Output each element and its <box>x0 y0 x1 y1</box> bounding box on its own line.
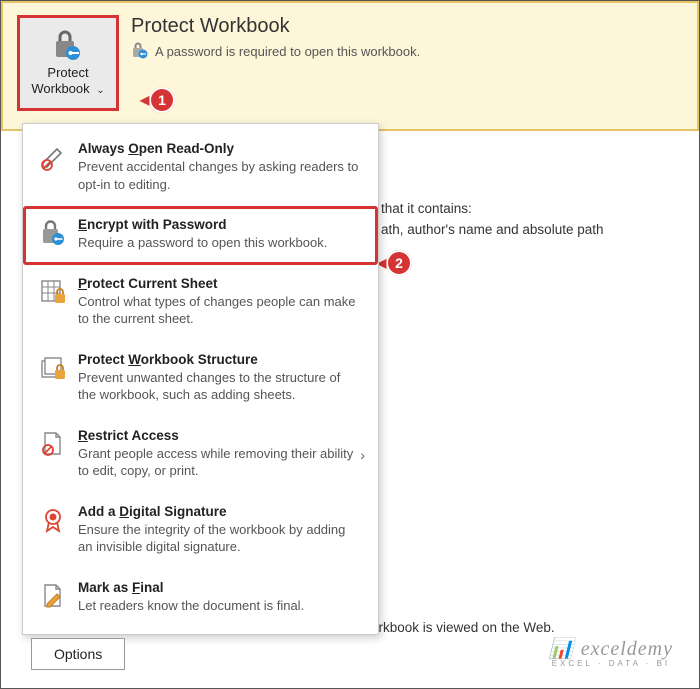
menu-item-always-open-read-only[interactable]: Always Open Read-Only Prevent accidental… <box>23 130 378 206</box>
lock-key-icon <box>51 29 85 61</box>
protect-workbook-banner: Protect Workbook ⌄ Protect Workbook A pa… <box>1 1 699 131</box>
menu-item-protect-workbook-structure[interactable]: Protect Workbook Structure Prevent unwan… <box>23 341 378 417</box>
menu-item-restrict-access[interactable]: Restrict Access Grant people access whil… <box>23 417 378 493</box>
chevron-right-icon: › <box>360 447 365 463</box>
menu-item-mark-as-final[interactable]: Mark as Final Let readers know the docum… <box>23 569 378 628</box>
menu-item-desc: Control what types of changes people can… <box>78 293 361 328</box>
menu-item-protect-current-sheet[interactable]: Protect Current Sheet Control what types… <box>23 265 378 341</box>
lock-key-icon <box>38 217 68 247</box>
menu-item-desc: Grant people access while removing their… <box>78 445 361 480</box>
browser-view-options-button[interactable]: Options <box>31 638 125 670</box>
lock-key-icon <box>131 42 149 60</box>
menu-item-encrypt-with-password[interactable]: Encrypt with Password Require a password… <box>23 206 378 265</box>
menu-item-add-digital-signature[interactable]: Add a Digital Signature Ensure the integ… <box>23 493 378 569</box>
protect-workbook-menu: Always Open Read-Only Prevent accidental… <box>22 123 379 635</box>
banner-title: Protect Workbook <box>131 15 420 38</box>
info-text-fragment: that it contains: <box>381 199 472 219</box>
protect-workbook-button[interactable]: Protect Workbook ⌄ <box>17 15 119 111</box>
sheet-lock-icon <box>38 276 68 306</box>
document-denied-icon <box>38 428 68 458</box>
protect-button-label: Workbook <box>31 81 89 96</box>
menu-item-desc: Prevent accidental changes by asking rea… <box>78 158 361 193</box>
workbook-lock-icon <box>38 352 68 382</box>
menu-item-desc: Prevent unwanted changes to the structur… <box>78 369 361 404</box>
callout-badge-2: 2 <box>386 250 412 276</box>
info-text-fragment: orkbook is viewed on the Web. <box>371 618 555 638</box>
callout-badge-1: 1 <box>149 87 175 113</box>
watermark: 📊 exceldemy EXCEL · DATA · BI <box>549 636 673 668</box>
document-pencil-icon <box>38 580 68 610</box>
menu-item-desc: Require a password to open this workbook… <box>78 234 327 252</box>
ribbon-icon <box>38 504 68 534</box>
pencil-denied-icon <box>38 141 68 171</box>
menu-item-desc: Ensure the integrity of the workbook by … <box>78 521 361 556</box>
banner-subtitle: A password is required to open this work… <box>155 44 420 59</box>
menu-item-desc: Let readers know the document is final. <box>78 597 304 615</box>
protect-button-label: Protect <box>47 65 88 80</box>
chevron-down-icon: ⌄ <box>96 85 104 96</box>
info-text-fragment: ath, author's name and absolute path <box>381 220 604 240</box>
